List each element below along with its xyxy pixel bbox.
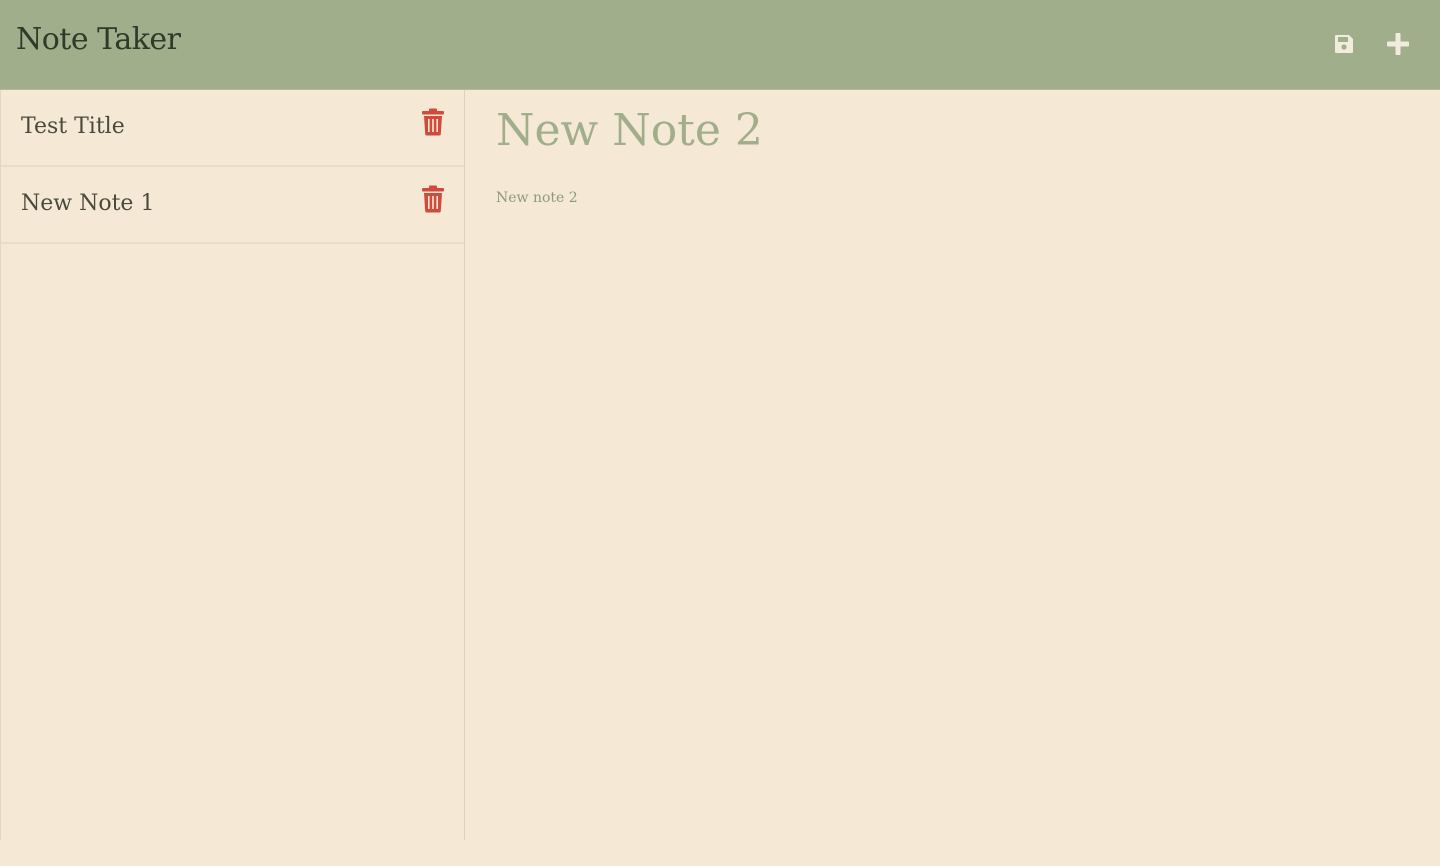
notes-list: Test Title New Note 1	[0, 90, 465, 840]
navbar: Note Taker	[0, 0, 1440, 90]
trash-icon	[422, 108, 444, 136]
note-body-textarea[interactable]: New note 2	[496, 190, 1396, 790]
save-note-button[interactable]	[1330, 30, 1358, 58]
delete-note-button[interactable]	[421, 185, 447, 213]
list-item[interactable]: New Note 1	[1, 167, 464, 244]
note-title-input[interactable]	[496, 108, 1396, 154]
note-item-title: New Note 1	[21, 191, 155, 216]
list-item[interactable]: Test Title	[1, 90, 464, 167]
floppy-disk-icon	[1335, 35, 1353, 53]
note-item-title: Test Title	[21, 114, 125, 139]
plus-icon	[1387, 33, 1409, 55]
trash-icon	[422, 185, 444, 213]
new-note-button[interactable]	[1384, 30, 1412, 58]
app-title: Note Taker	[16, 22, 181, 57]
delete-note-button[interactable]	[421, 108, 447, 136]
note-editor: New note 2	[466, 90, 1440, 840]
